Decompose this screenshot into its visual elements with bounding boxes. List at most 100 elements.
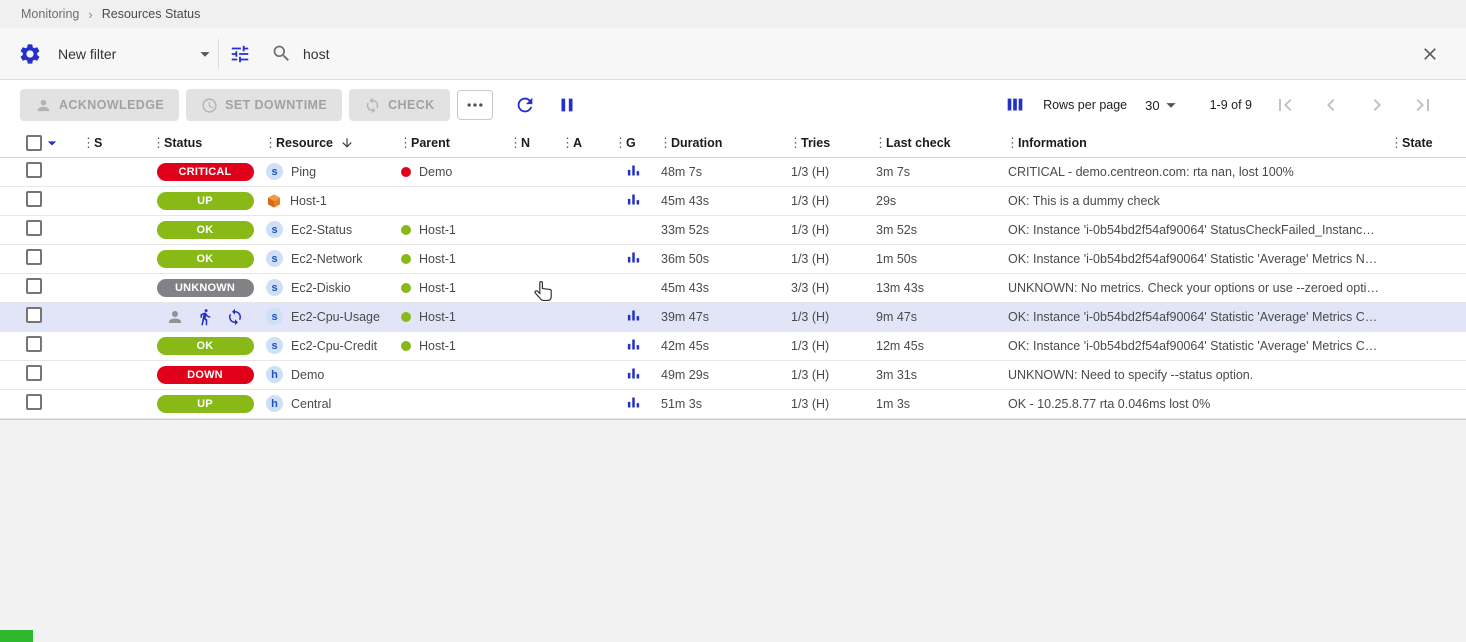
duration-cell: 45m 43s <box>655 273 785 302</box>
column-drag-icon[interactable]: ⋮ <box>82 135 94 151</box>
column-drag-icon[interactable]: ⋮ <box>509 135 521 151</box>
next-page-button[interactable] <box>1354 93 1400 117</box>
parent-name[interactable]: Host-1 <box>419 310 456 324</box>
column-drag-icon[interactable]: ⋮ <box>659 135 671 151</box>
table-header-row: ⋮S ⋮Status ⋮Resource ⋮Parent ⋮N ⋮A ⋮G ⋮D… <box>0 130 1466 157</box>
row-checkbox[interactable] <box>26 249 42 265</box>
resource-name[interactable]: Ec2-Cpu-Usage <box>291 310 380 324</box>
resource-name[interactable]: Ec2-Status <box>291 223 352 237</box>
column-drag-icon[interactable]: ⋮ <box>1006 135 1018 151</box>
column-drag-icon[interactable]: ⋮ <box>789 135 801 151</box>
column-header-a[interactable]: ⋮A <box>557 130 610 157</box>
table-row[interactable]: DOWN hDemo 49m 29s 1/3 (H) 3m 31s UNKNOW… <box>0 360 1466 389</box>
row-checkbox[interactable] <box>26 394 42 410</box>
checkbox-cell <box>0 302 78 331</box>
parent-name[interactable]: Host-1 <box>419 223 456 237</box>
table-row[interactable]: OK sEc2-Cpu-Credit Host-1 42m 45s 1/3 (H… <box>0 331 1466 360</box>
row-checkbox[interactable] <box>26 162 42 178</box>
column-header-state[interactable]: ⋮State <box>1386 130 1466 157</box>
parent-name[interactable]: Host-1 <box>419 281 456 295</box>
parent-name[interactable]: Host-1 <box>419 339 456 353</box>
graph-icon[interactable] <box>626 366 641 381</box>
table-row[interactable]: sEc2-Cpu-Usage Host-1 39m 47s 1/3 (H) 9m… <box>0 302 1466 331</box>
checkbox-cell <box>0 389 78 418</box>
graph-icon[interactable] <box>626 308 641 323</box>
graph-icon[interactable] <box>626 395 641 410</box>
graph-icon[interactable] <box>626 250 641 265</box>
acknowledge-button[interactable]: ACKNOWLEDGE <box>20 89 179 121</box>
breadcrumb-section[interactable]: Monitoring <box>21 7 79 21</box>
row-checkbox[interactable] <box>26 307 42 323</box>
column-header-s[interactable]: ⋮S <box>78 130 148 157</box>
resource-name[interactable]: Ec2-Network <box>291 252 363 266</box>
more-actions-button[interactable] <box>457 90 493 120</box>
column-header-n[interactable]: ⋮N <box>505 130 557 157</box>
column-header-last-check[interactable]: ⋮Last check <box>870 130 1002 157</box>
table-row[interactable]: UNKNOWN sEc2-Diskio Host-1 45m 43s 3/3 (… <box>0 273 1466 302</box>
column-header-status[interactable]: ⋮Status <box>148 130 260 157</box>
row-checkbox[interactable] <box>26 365 42 381</box>
column-header-parent[interactable]: ⋮Parent <box>395 130 505 157</box>
table-row[interactable]: UP hCentral 51m 3s 1/3 (H) 1m 3s OK - 10… <box>0 389 1466 418</box>
column-header-information[interactable]: ⋮Information <box>1002 130 1386 157</box>
resource-name[interactable]: Ec2-Cpu-Credit <box>291 339 377 353</box>
column-header-resource[interactable]: ⋮Resource <box>260 130 395 157</box>
breadcrumb-page[interactable]: Resources Status <box>102 7 201 21</box>
resource-name[interactable]: Host-1 <box>290 194 327 208</box>
column-drag-icon[interactable]: ⋮ <box>152 135 164 151</box>
parent-name[interactable]: Demo <box>419 165 452 179</box>
refresh-button[interactable] <box>511 91 539 119</box>
resource-name[interactable]: Central <box>291 397 331 411</box>
select-rows-dropdown-icon[interactable] <box>42 133 62 153</box>
row-checkbox[interactable] <box>26 191 42 207</box>
row-checkbox[interactable] <box>26 278 42 294</box>
column-drag-icon[interactable]: ⋮ <box>264 135 276 151</box>
column-drag-icon[interactable]: ⋮ <box>1390 135 1402 151</box>
clear-search-button[interactable] <box>1418 42 1442 66</box>
tries-cell: 1/3 (H) <box>785 360 870 389</box>
rows-per-page-select[interactable]: 30 <box>1145 94 1181 116</box>
table-row[interactable]: OK sEc2-Network Host-1 36m 50s 1/3 (H) 1… <box>0 244 1466 273</box>
table-row[interactable]: CRITICAL sPing Demo 48m 7s 1/3 (H) 3m 7s… <box>0 157 1466 186</box>
column-header-duration[interactable]: ⋮Duration <box>655 130 785 157</box>
previous-page-button[interactable] <box>1308 93 1354 117</box>
check-button[interactable]: CHECK <box>349 89 449 121</box>
pause-autorefresh-button[interactable] <box>553 91 581 119</box>
information-cell: OK - 10.25.8.77 rta 0.046ms lost 0% <box>1002 389 1386 418</box>
column-drag-icon[interactable]: ⋮ <box>561 135 573 151</box>
acknowledge-cell <box>557 389 610 418</box>
status-cell <box>148 302 260 331</box>
last-check-cell: 3m 31s <box>870 360 1002 389</box>
settings-gear-icon[interactable] <box>16 40 44 68</box>
graph-icon[interactable] <box>626 163 641 178</box>
column-drag-icon[interactable]: ⋮ <box>614 135 626 151</box>
status-cell: UP <box>148 389 260 418</box>
resource-name[interactable]: Demo <box>291 368 324 382</box>
resource-name[interactable]: Ping <box>291 165 316 179</box>
resource-cell: hCentral <box>260 389 395 418</box>
parent-name[interactable]: Host-1 <box>419 252 456 266</box>
search-input[interactable] <box>303 46 1418 62</box>
column-header-g[interactable]: ⋮G <box>610 130 655 157</box>
last-page-button[interactable] <box>1400 93 1446 117</box>
filter-options-button[interactable] <box>227 41 253 67</box>
select-all-checkbox[interactable] <box>26 135 42 151</box>
edit-columns-button[interactable] <box>1001 91 1029 119</box>
table-row[interactable]: OK sEc2-Status Host-1 33m 52s 1/3 (H) 3m… <box>0 215 1466 244</box>
row-checkbox[interactable] <box>26 220 42 236</box>
resource-name[interactable]: Ec2-Diskio <box>291 281 351 295</box>
set-downtime-button[interactable]: SET DOWNTIME <box>186 89 342 121</box>
duration-cell: 51m 3s <box>655 389 785 418</box>
graph-icon[interactable] <box>626 192 641 207</box>
resource-cell: sPing <box>260 157 395 186</box>
sort-desc-icon[interactable] <box>340 136 354 150</box>
column-drag-icon[interactable]: ⋮ <box>874 135 886 151</box>
column-drag-icon[interactable]: ⋮ <box>399 135 411 151</box>
host-icon: h <box>266 366 283 383</box>
column-header-tries[interactable]: ⋮Tries <box>785 130 870 157</box>
filter-select[interactable]: New filter <box>58 43 216 65</box>
graph-icon[interactable] <box>626 337 641 352</box>
first-page-button[interactable] <box>1262 93 1308 117</box>
row-checkbox[interactable] <box>26 336 42 352</box>
table-row[interactable]: UP Host-1 45m 43s 1/3 (H) 29s OK: This i… <box>0 186 1466 215</box>
